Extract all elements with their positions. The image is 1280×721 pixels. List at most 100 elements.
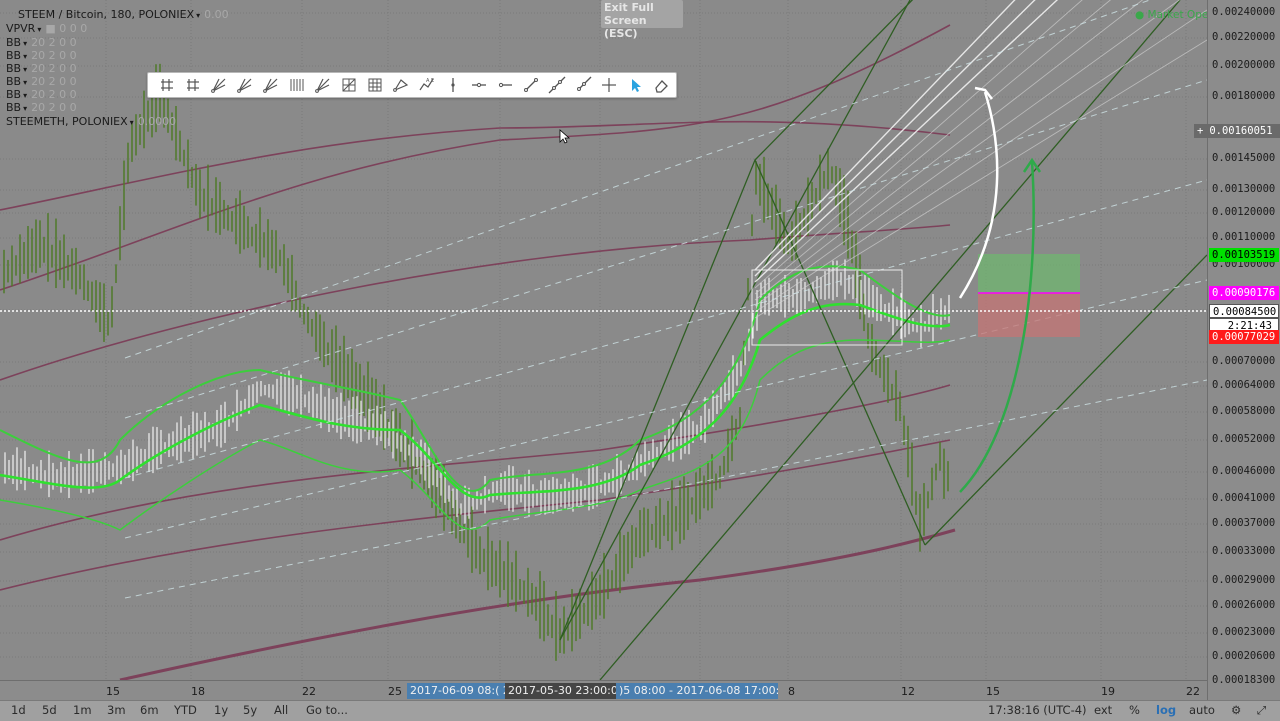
legend-item[interactable]: VPVR ▾ ■ 0 0 0 <box>6 22 87 35</box>
clock[interactable]: 17:38:16 (UTC-4) <box>988 703 1087 717</box>
extended-hours-button[interactable]: ext <box>1094 703 1112 717</box>
crosshair-price-badge: +0.00160051 <box>1194 124 1280 138</box>
cursor-icon[interactable] <box>622 74 648 96</box>
symbol-title[interactable]: STEEM / Bitcoin, 180, POLONIEX ▾ 0.00 <box>18 8 229 21</box>
chart-area[interactable] <box>0 0 1207 700</box>
time-tick: 18 <box>191 685 205 698</box>
cursor-icon-glyph <box>632 79 641 92</box>
pitchfork-icon[interactable] <box>180 74 206 96</box>
chevron-down-icon[interactable]: ▾ <box>23 104 27 113</box>
price-tick: 0.00026000 <box>1212 599 1276 611</box>
gann-square-icon[interactable] <box>362 74 388 96</box>
crosshair-price: 0.00160051 <box>1209 125 1273 137</box>
range-button-5d[interactable]: 5d <box>42 703 57 717</box>
cross-line-icon[interactable] <box>596 74 622 96</box>
time-tick: 15 <box>106 685 120 698</box>
exit-fullscreen-button[interactable]: Exit Full Screen (ESC) <box>601 0 683 40</box>
chevron-down-icon[interactable]: ▾ <box>23 78 27 87</box>
chevron-down-icon[interactable]: ▾ <box>23 39 27 48</box>
moving-average-line <box>0 224 951 381</box>
plus-icon[interactable]: + <box>1197 125 1203 137</box>
extended-line-icon[interactable] <box>544 74 570 96</box>
chevron-down-icon[interactable]: ▾ <box>23 91 27 100</box>
gear-icon[interactable]: ⚙ <box>1231 703 1241 717</box>
price-tick: 0.00058000 <box>1212 405 1276 417</box>
legend-values: 0.0000 <box>137 115 177 128</box>
fib-fan-icon[interactable] <box>310 74 336 96</box>
modified-schiff-icon[interactable] <box>258 74 284 96</box>
target-price-badge: 0.00103519 <box>1209 248 1279 262</box>
legend-values: ■ 0 0 0 <box>45 22 88 35</box>
legend-values: 20 2 0 0 <box>31 49 77 62</box>
chevron-down-icon[interactable]: ▾ <box>196 11 200 20</box>
fullscreen-icon[interactable]: ⤢ <box>1257 703 1266 718</box>
range-button-5y[interactable]: 5y <box>243 703 257 717</box>
time-range-start-label: 2017-05-30 23:00:00 <box>505 683 623 699</box>
trend-line-icon[interactable] <box>518 74 544 96</box>
auto-scale-button[interactable]: auto <box>1189 703 1215 717</box>
mouse-cursor-icon <box>559 129 571 144</box>
modified-schiff-icon-glyph <box>263 78 278 93</box>
pitchfork-icon-glyph <box>187 79 199 91</box>
drawing-toolbar[interactable]: A E <box>147 72 677 98</box>
gann-square-icon-glyph <box>368 78 382 92</box>
fib-circles-icon[interactable]: A E <box>414 74 440 96</box>
pitchfork-line <box>599 0 1181 680</box>
chevron-down-icon[interactable]: ▾ <box>37 25 41 34</box>
price-chart[interactable] <box>0 0 1207 680</box>
log-scale-button[interactable]: log <box>1156 703 1176 717</box>
legend-item[interactable]: BB ▾ 20 2 0 0 <box>6 88 77 101</box>
time-tick: 22 <box>302 685 316 698</box>
chevron-down-icon[interactable]: ▾ <box>130 118 134 127</box>
range-button-1y[interactable]: 1y <box>214 703 228 717</box>
legend-item[interactable]: BB ▾ 20 2 0 0 <box>6 75 77 88</box>
compare-symbol-legend[interactable]: STEEMETH, POLONIEX ▾ 0.0000 <box>6 115 176 128</box>
range-button-all[interactable]: All <box>274 703 288 717</box>
chevron-down-icon[interactable]: ▾ <box>23 65 27 74</box>
chevron-down-icon[interactable]: ▾ <box>23 52 27 61</box>
gann-box-icon[interactable] <box>336 74 362 96</box>
vertical-line-icon-glyph <box>451 78 455 92</box>
gann-fan-icon[interactable] <box>284 74 310 96</box>
legend-item[interactable]: BB ▾ 20 2 0 0 <box>6 49 77 62</box>
channel-line <box>754 0 1112 295</box>
horizontal-ray-icon-glyph <box>498 82 512 88</box>
legend-label: BB <box>6 75 22 88</box>
horizontal-ray-icon[interactable] <box>492 74 518 96</box>
price-axis[interactable]: 0.00240000 0.00220000 0.00200000 0.00180000… <box>1194 0 1280 700</box>
legend-item[interactable]: BB ▾ 20 2 0 0 <box>6 36 77 49</box>
time-tick: 15 <box>986 685 1000 698</box>
time-tick: 22 <box>1186 685 1200 698</box>
eraser-icon[interactable] <box>648 74 674 96</box>
range-button-6m[interactable]: 6m <box>140 703 159 717</box>
legend-item[interactable]: BB ▾ 20 2 0 0 <box>6 101 77 114</box>
legend-item[interactable]: BB ▾ 20 2 0 0 <box>6 62 77 75</box>
vertical-line-icon[interactable] <box>440 74 466 96</box>
time-axis[interactable]: 15 18 22 25 8 12 15 19 22 2017-06-09 08:( 20 201… <box>0 680 1207 701</box>
channel-line <box>754 0 1083 289</box>
time-range-end-label: 2017-06-09 08:( 20 <box>407 683 513 699</box>
ray-icon[interactable] <box>570 74 596 96</box>
price-tick: 0.00130000 <box>1212 183 1276 195</box>
percent-scale-button[interactable]: % <box>1129 703 1140 717</box>
svg-text:A E: A E <box>426 78 434 84</box>
gann-box-icon-glyph <box>342 78 356 92</box>
stop-price-badge: 0.00077029 <box>1209 330 1279 344</box>
schiff-pitchfork-icon[interactable] <box>206 74 232 96</box>
trend-angle-icon[interactable] <box>154 74 180 96</box>
fib-wedge-icon[interactable] <box>388 74 414 96</box>
range-button-1m[interactable]: 1m <box>73 703 92 717</box>
horizontal-line-icon[interactable] <box>466 74 492 96</box>
legend-values: 20 2 0 0 <box>31 36 77 49</box>
pattern-box <box>751 269 903 346</box>
range-button-1d[interactable]: 1d <box>11 703 26 717</box>
range-button-ytd[interactable]: YTD <box>174 703 197 717</box>
goto-date-button[interactable]: Go to... <box>306 703 348 717</box>
price-tick: 0.00180000 <box>1212 90 1276 102</box>
inside-pitchfork-icon[interactable] <box>232 74 258 96</box>
price-tick: 0.00064000 <box>1212 379 1276 391</box>
range-button-3m[interactable]: 3m <box>107 703 126 717</box>
bollinger-basis <box>0 302 951 499</box>
target-zone <box>978 254 1080 293</box>
legend-label: BB <box>6 88 22 101</box>
